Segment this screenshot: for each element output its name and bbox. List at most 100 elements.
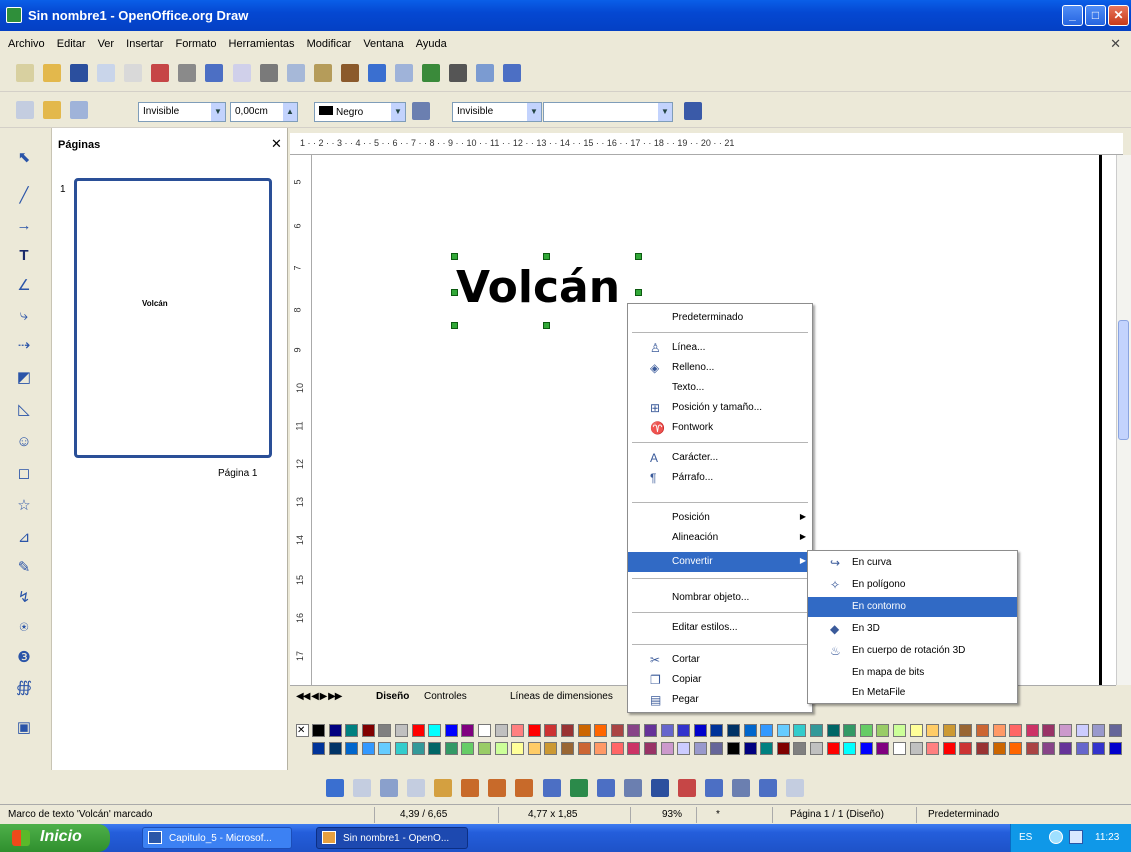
- color-swatch[interactable]: [627, 724, 641, 737]
- menu-item-fontwork[interactable]: ♈ Fontwork: [628, 418, 812, 438]
- menu-archivo[interactable]: Archivo: [8, 38, 45, 50]
- color-swatch[interactable]: [577, 724, 591, 737]
- color-swatch[interactable]: [411, 742, 425, 755]
- arrange-icon[interactable]: [461, 779, 480, 797]
- menu-herramientas[interactable]: Herramientas: [229, 38, 295, 50]
- area-style-select[interactable]: Invisible ▼: [452, 102, 542, 122]
- line-width-field[interactable]: 0,00cm ▲: [230, 102, 298, 122]
- color-swatch[interactable]: [793, 742, 807, 755]
- menu-item-caracter[interactable]: A Carácter...: [628, 448, 812, 468]
- to-3d-icon[interactable]: ❸: [14, 648, 34, 668]
- maximize-button[interactable]: □: [1085, 5, 1106, 26]
- color-swatch[interactable]: [1059, 742, 1072, 755]
- arrow-style-icon[interactable]: [70, 101, 89, 119]
- enter-group-icon[interactable]: [596, 779, 615, 797]
- menu-item-predeterminado[interactable]: Predeterminado: [628, 308, 812, 328]
- color-swatch[interactable]: [826, 742, 840, 755]
- color-swatch[interactable]: [959, 724, 973, 737]
- text-tool-icon[interactable]: T: [14, 246, 34, 266]
- zoom-icon[interactable]: [476, 64, 495, 82]
- page-thumbnail[interactable]: Volcán: [74, 178, 272, 458]
- menu-ventana[interactable]: Ventana: [363, 38, 403, 50]
- color-swatch[interactable]: [876, 742, 890, 755]
- color-swatch[interactable]: [345, 742, 359, 755]
- basic-shapes-icon[interactable]: ◺: [14, 400, 34, 420]
- points-icon[interactable]: ⊿: [14, 528, 34, 548]
- intersect-icon[interactable]: [759, 779, 777, 797]
- network-icon[interactable]: [1049, 830, 1063, 844]
- selection-handle[interactable]: [635, 253, 642, 260]
- line-icon[interactable]: [43, 101, 62, 119]
- color-swatch[interactable]: [909, 724, 923, 737]
- color-swatch[interactable]: [312, 724, 325, 737]
- send-back-icon[interactable]: [515, 779, 534, 797]
- color-swatch[interactable]: [793, 724, 807, 737]
- styles-icon[interactable]: [16, 101, 34, 119]
- selection-handle[interactable]: [543, 322, 550, 329]
- color-swatch[interactable]: [1092, 742, 1106, 755]
- menu-item-en-3d[interactable]: ◆ En 3D: [808, 619, 1017, 639]
- callouts-icon[interactable]: ◻: [14, 464, 34, 484]
- scrollbar-thumb[interactable]: [1118, 320, 1129, 440]
- menu-item-linea[interactable]: ♙ Línea...: [628, 338, 812, 358]
- menu-item-en-contorno[interactable]: En contorno: [808, 597, 1017, 617]
- color-swatch[interactable]: [527, 742, 541, 755]
- cut-icon[interactable]: [259, 64, 278, 82]
- color-swatch[interactable]: [511, 724, 525, 737]
- color-swatch[interactable]: [361, 724, 375, 737]
- color-swatch[interactable]: [810, 742, 823, 755]
- color-swatch[interactable]: [976, 742, 989, 755]
- color-swatch[interactable]: [411, 724, 425, 737]
- color-swatch[interactable]: [1075, 724, 1089, 737]
- color-swatch[interactable]: [926, 742, 940, 755]
- color-swatch[interactable]: [644, 742, 657, 755]
- color-swatch[interactable]: [610, 742, 624, 755]
- open-icon[interactable]: [43, 64, 62, 82]
- color-swatch[interactable]: [395, 724, 408, 737]
- color-swatch[interactable]: [992, 724, 1006, 737]
- color-swatch[interactable]: [594, 724, 608, 737]
- color-swatch[interactable]: [859, 742, 873, 755]
- color-swatch[interactable]: [710, 742, 724, 755]
- color-swatch[interactable]: [494, 742, 508, 755]
- color-swatch[interactable]: [859, 724, 873, 737]
- align-icon[interactable]: [434, 779, 453, 797]
- menu-item-nombrar-objeto[interactable]: Nombrar objeto...: [628, 588, 812, 608]
- color-swatch[interactable]: [693, 724, 707, 737]
- tab-lineas-dimensiones[interactable]: Líneas de dimensiones: [510, 691, 613, 702]
- new-icon[interactable]: [16, 64, 34, 82]
- menu-item-cortar[interactable]: ✂ Cortar: [628, 650, 812, 670]
- menu-editar[interactable]: Editar: [57, 38, 86, 50]
- color-swatch[interactable]: [743, 724, 757, 737]
- grid-icon[interactable]: [353, 779, 372, 797]
- color-swatch[interactable]: [378, 742, 392, 755]
- print-icon[interactable]: [178, 64, 197, 82]
- selection-handle[interactable]: [635, 289, 642, 296]
- subtract-icon[interactable]: [731, 779, 750, 797]
- menu-item-pegar[interactable]: ▤ Pegar: [628, 690, 812, 710]
- color-swatch[interactable]: [1042, 742, 1056, 755]
- glue-points-icon[interactable]: ✎: [14, 558, 34, 578]
- color-swatch[interactable]: [1042, 724, 1056, 737]
- color-swatch[interactable]: [361, 742, 375, 755]
- minimize-button[interactable]: _: [1062, 5, 1083, 26]
- undo-icon[interactable]: [367, 64, 386, 82]
- bring-front-icon[interactable]: [488, 779, 507, 797]
- color-swatch[interactable]: [893, 742, 906, 755]
- menu-item-copiar[interactable]: ❐ Copiar: [628, 670, 812, 690]
- color-swatch[interactable]: [561, 742, 574, 755]
- to-polygon-icon[interactable]: ⍟: [14, 618, 34, 638]
- color-swatch[interactable]: [1025, 724, 1039, 737]
- close-button[interactable]: ✕: [1108, 5, 1129, 26]
- menu-item-relleno[interactable]: ◈ Relleno...: [628, 358, 812, 378]
- to-rotation-icon[interactable]: ∰: [14, 678, 34, 698]
- task-word[interactable]: Capitulo_5 - Microsof...: [142, 827, 292, 849]
- color-swatch[interactable]: [1025, 742, 1039, 755]
- tab-diseno[interactable]: Diseño: [376, 691, 409, 702]
- select-icon[interactable]: ⬉: [14, 148, 34, 168]
- color-swatch[interactable]: [395, 742, 408, 755]
- tab-navigation[interactable]: ◀◀ ◀ ▶ ▶▶: [296, 691, 342, 702]
- arrow-line-icon[interactable]: →: [14, 216, 34, 236]
- color-swatch[interactable]: [743, 742, 757, 755]
- rectangle-icon[interactable]: ◩: [14, 368, 34, 388]
